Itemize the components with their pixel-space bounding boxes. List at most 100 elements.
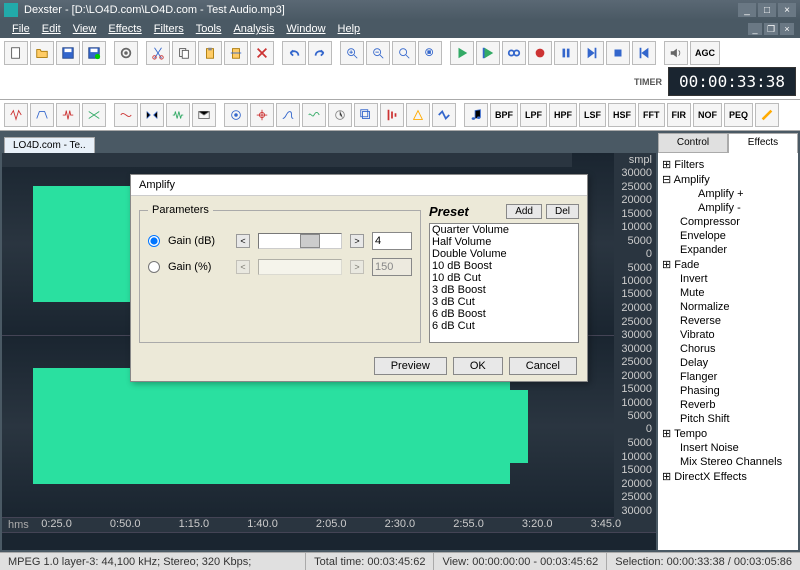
speaker-icon[interactable]: [664, 41, 688, 65]
mdi-restore[interactable]: ❐: [764, 23, 778, 35]
open-file-icon[interactable]: [30, 41, 54, 65]
envelope-icon[interactable]: [192, 103, 216, 127]
end-icon[interactable]: [632, 41, 656, 65]
copy-icon[interactable]: [172, 41, 196, 65]
loop-icon[interactable]: [502, 41, 526, 65]
preset-item[interactable]: 6 dB Boost: [430, 308, 578, 320]
tree-item[interactable]: Amplify: [662, 172, 794, 187]
delete-icon[interactable]: [250, 41, 274, 65]
tab-effects[interactable]: Effects: [728, 133, 798, 153]
menu-window[interactable]: Window: [280, 21, 331, 37]
tab-control[interactable]: Control: [658, 133, 728, 153]
gain-db-inc[interactable]: >: [350, 234, 364, 248]
next-icon[interactable]: [580, 41, 604, 65]
gain-db-input[interactable]: [372, 232, 412, 250]
lsf-button[interactable]: LSF: [579, 103, 606, 127]
save-icon[interactable]: [56, 41, 80, 65]
agc-button[interactable]: AGC: [690, 41, 720, 65]
note-icon[interactable]: [464, 103, 488, 127]
record-icon[interactable]: [528, 41, 552, 65]
preset-list[interactable]: Quarter VolumeHalf VolumeDouble Volume10…: [429, 223, 579, 343]
bpf-button[interactable]: BPF: [490, 103, 518, 127]
gain-db-dec[interactable]: <: [236, 234, 250, 248]
tree-item[interactable]: Tempo: [662, 426, 794, 441]
fir-button[interactable]: FIR: [667, 103, 692, 127]
effect12-icon[interactable]: [328, 103, 352, 127]
tree-item[interactable]: Insert Noise: [662, 441, 794, 455]
ok-button[interactable]: OK: [453, 357, 503, 375]
effect8-icon[interactable]: [224, 103, 248, 127]
preset-item[interactable]: 3 dB Boost: [430, 284, 578, 296]
preset-item[interactable]: Quarter Volume: [430, 224, 578, 236]
lpf-button[interactable]: LPF: [520, 103, 547, 127]
menu-effects[interactable]: Effects: [102, 21, 147, 37]
play-icon[interactable]: [450, 41, 474, 65]
close-button[interactable]: ×: [778, 3, 796, 17]
gain-pct-dec[interactable]: <: [236, 260, 250, 274]
preset-item[interactable]: Double Volume: [430, 248, 578, 260]
menu-edit[interactable]: Edit: [36, 21, 67, 37]
tree-item[interactable]: Flanger: [662, 370, 794, 384]
effect14-icon[interactable]: [380, 103, 404, 127]
marker-icon[interactable]: [755, 103, 779, 127]
tree-item[interactable]: Vibrato: [662, 328, 794, 342]
mdi-close[interactable]: ×: [780, 23, 794, 35]
effect3-icon[interactable]: [56, 103, 80, 127]
preset-item[interactable]: Half Volume: [430, 236, 578, 248]
effect15-icon[interactable]: [406, 103, 430, 127]
tree-item[interactable]: Phasing: [662, 384, 794, 398]
effect2-icon[interactable]: [30, 103, 54, 127]
gain-db-slider[interactable]: [258, 233, 342, 249]
play-selection-icon[interactable]: [476, 41, 500, 65]
gain-pct-input[interactable]: [372, 258, 412, 276]
effect6-icon[interactable]: [140, 103, 164, 127]
tree-item[interactable]: Reverse: [662, 314, 794, 328]
zoom-selection-icon[interactable]: [418, 41, 442, 65]
gain-db-radio[interactable]: [148, 235, 160, 247]
effects-tree[interactable]: FiltersAmplifyAmplify +Amplify -Compress…: [658, 153, 798, 550]
tree-item[interactable]: Chorus: [662, 342, 794, 356]
redo-icon[interactable]: [308, 41, 332, 65]
tree-item[interactable]: Delay: [662, 356, 794, 370]
preset-item[interactable]: 6 dB Cut: [430, 320, 578, 332]
file-tab[interactable]: LO4D.com - Te..: [4, 137, 95, 153]
save-as-icon[interactable]: [82, 41, 106, 65]
effect4-icon[interactable]: [82, 103, 106, 127]
preset-item[interactable]: 3 dB Cut: [430, 296, 578, 308]
undo-icon[interactable]: [282, 41, 306, 65]
menu-help[interactable]: Help: [332, 21, 367, 37]
menu-analysis[interactable]: Analysis: [227, 21, 280, 37]
peq-button[interactable]: PEQ: [724, 103, 753, 127]
zoom-fit-icon[interactable]: [392, 41, 416, 65]
tree-item[interactable]: Mix Stereo Channels: [662, 455, 794, 469]
nof-button[interactable]: NOF: [693, 103, 722, 127]
tree-item[interactable]: Mute: [662, 286, 794, 300]
tree-item[interactable]: Normalize: [662, 300, 794, 314]
gain-pct-inc[interactable]: >: [350, 260, 364, 274]
minimize-button[interactable]: _: [738, 3, 756, 17]
tree-item[interactable]: Invert: [662, 272, 794, 286]
hpf-button[interactable]: HPF: [549, 103, 577, 127]
preset-del-button[interactable]: Del: [546, 204, 579, 219]
preset-add-button[interactable]: Add: [506, 204, 542, 219]
effect13-icon[interactable]: [354, 103, 378, 127]
effect1-icon[interactable]: [4, 103, 28, 127]
mdi-minimize[interactable]: _: [748, 23, 762, 35]
effect11-icon[interactable]: [302, 103, 326, 127]
cancel-button[interactable]: Cancel: [509, 357, 577, 375]
mix-paste-icon[interactable]: [224, 41, 248, 65]
tree-item[interactable]: Pitch Shift: [662, 412, 794, 426]
overview-strip[interactable]: [2, 532, 656, 550]
tree-item[interactable]: Amplify +: [662, 187, 794, 201]
tree-item[interactable]: Reverb: [662, 398, 794, 412]
zoom-out-icon[interactable]: [366, 41, 390, 65]
hsf-button[interactable]: HSF: [608, 103, 636, 127]
maximize-button[interactable]: □: [758, 3, 776, 17]
preview-button[interactable]: Preview: [374, 357, 447, 375]
menu-tools[interactable]: Tools: [190, 21, 228, 37]
settings-icon[interactable]: [114, 41, 138, 65]
tree-item[interactable]: Fade: [662, 257, 794, 272]
menu-filters[interactable]: Filters: [148, 21, 190, 37]
menu-file[interactable]: File: [6, 21, 36, 37]
effect16-icon[interactable]: [432, 103, 456, 127]
